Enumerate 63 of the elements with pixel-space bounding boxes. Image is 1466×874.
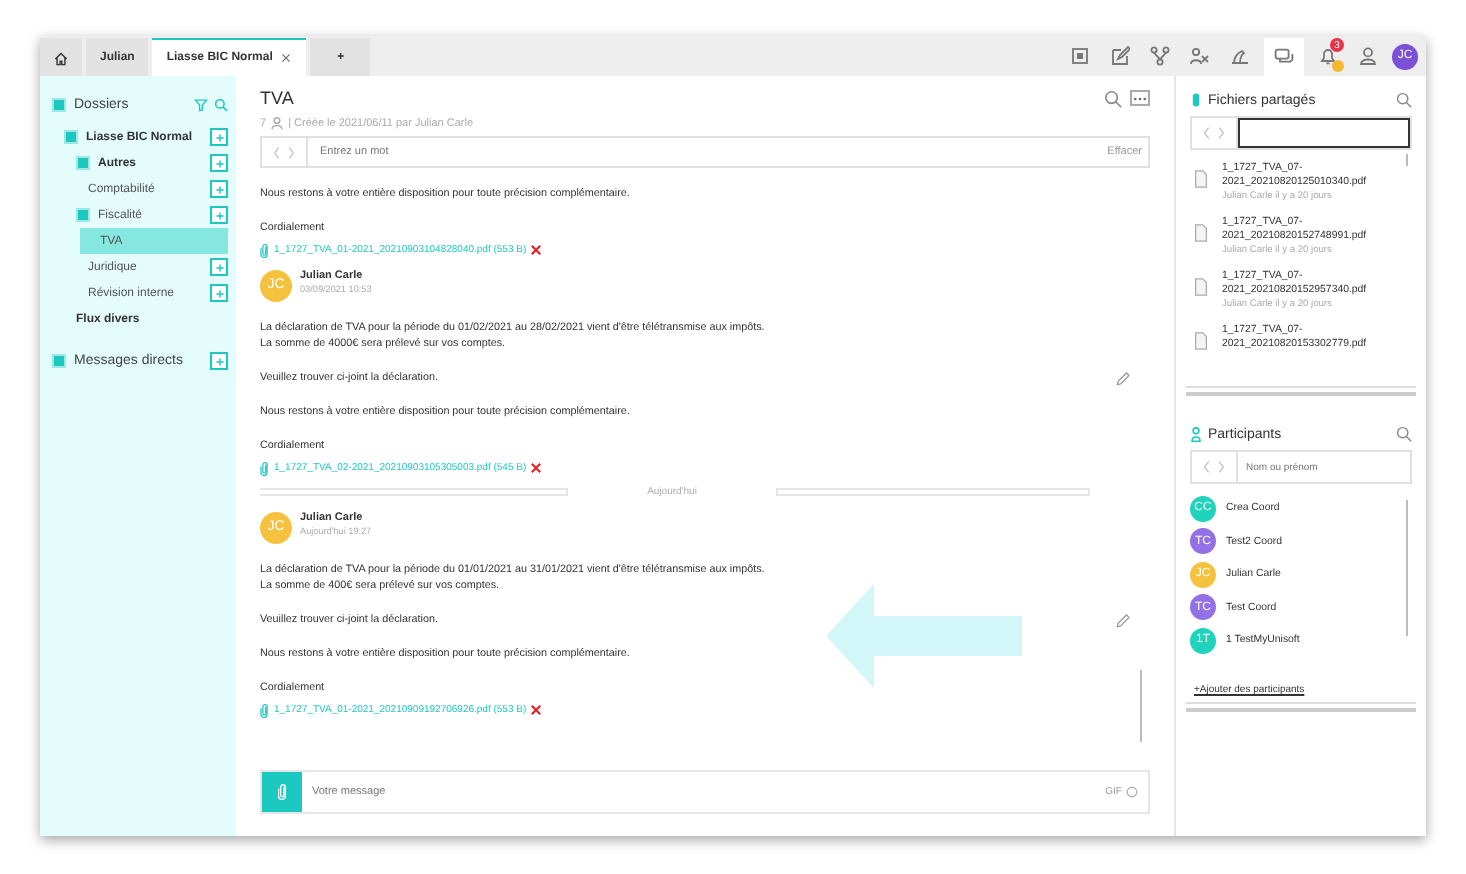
expand-toggle[interactable] [76, 208, 90, 222]
add-button[interactable] [210, 284, 228, 302]
more-button[interactable] [1130, 90, 1150, 106]
add-button[interactable] [210, 180, 228, 198]
chevron-right-icon[interactable] [1218, 126, 1226, 140]
delete-icon[interactable] [530, 462, 543, 474]
file-icon [1194, 332, 1208, 350]
people-icon [1190, 46, 1210, 66]
expand-toggle[interactable] [52, 354, 66, 368]
expand-toggle[interactable] [52, 97, 66, 111]
add-button[interactable] [210, 352, 228, 370]
home-icon [54, 51, 68, 65]
delete-icon[interactable] [530, 704, 543, 716]
scrollbar[interactable] [1140, 670, 1142, 742]
chevron-left-icon[interactable] [1202, 126, 1210, 140]
search-icon[interactable] [1396, 92, 1412, 108]
network-icon [1150, 46, 1170, 66]
person-icon [1190, 426, 1202, 442]
add-button[interactable] [210, 128, 228, 146]
plus-icon [213, 157, 225, 169]
delete-icon[interactable] [530, 244, 543, 256]
close-icon[interactable] [280, 52, 293, 64]
grid-icon [1070, 46, 1090, 66]
person-icon [270, 116, 285, 130]
search-icon[interactable] [1104, 89, 1122, 107]
emoji-icon[interactable] [1126, 786, 1138, 798]
plus-icon [213, 209, 225, 221]
chevron-left-icon[interactable] [272, 145, 280, 159]
filter-icon[interactable] [194, 97, 208, 111]
search-icon[interactable] [1396, 426, 1412, 442]
bell-icon [1318, 46, 1338, 66]
plus-icon [213, 287, 225, 299]
chat-icon [1274, 46, 1294, 66]
arrow-icon [826, 584, 1022, 688]
scrollbar[interactable] [1406, 154, 1408, 166]
file-icon [1194, 278, 1208, 296]
search-icon[interactable] [214, 97, 228, 111]
search-field[interactable] [1238, 118, 1410, 148]
chevron-left-icon[interactable] [1202, 460, 1210, 474]
pencil-icon[interactable] [1116, 613, 1130, 627]
file-icon [1194, 224, 1208, 242]
expand-toggle[interactable] [76, 156, 90, 170]
file-icon [1194, 170, 1208, 188]
person-icon [1358, 46, 1378, 66]
plus-icon [213, 261, 225, 273]
lamp-icon [1230, 46, 1250, 66]
conversation-title: TVA [260, 88, 294, 108]
chevron-right-icon[interactable] [288, 145, 296, 159]
edit-icon [1110, 46, 1130, 66]
chevron-right-icon[interactable] [1218, 460, 1226, 474]
scrollbar[interactable] [1406, 500, 1408, 636]
expand-toggle[interactable] [64, 130, 78, 144]
status-dot [1332, 60, 1344, 72]
chat-button[interactable] [1264, 37, 1304, 75]
home-tab[interactable] [40, 38, 82, 76]
add-button[interactable] [210, 258, 228, 276]
attach-button[interactable] [262, 772, 302, 812]
add-button[interactable] [210, 154, 228, 172]
add-button[interactable] [210, 206, 228, 224]
plus-icon [213, 131, 225, 143]
plus-icon [213, 355, 225, 367]
plus-icon [213, 183, 225, 195]
pencil-icon[interactable] [1116, 371, 1130, 385]
